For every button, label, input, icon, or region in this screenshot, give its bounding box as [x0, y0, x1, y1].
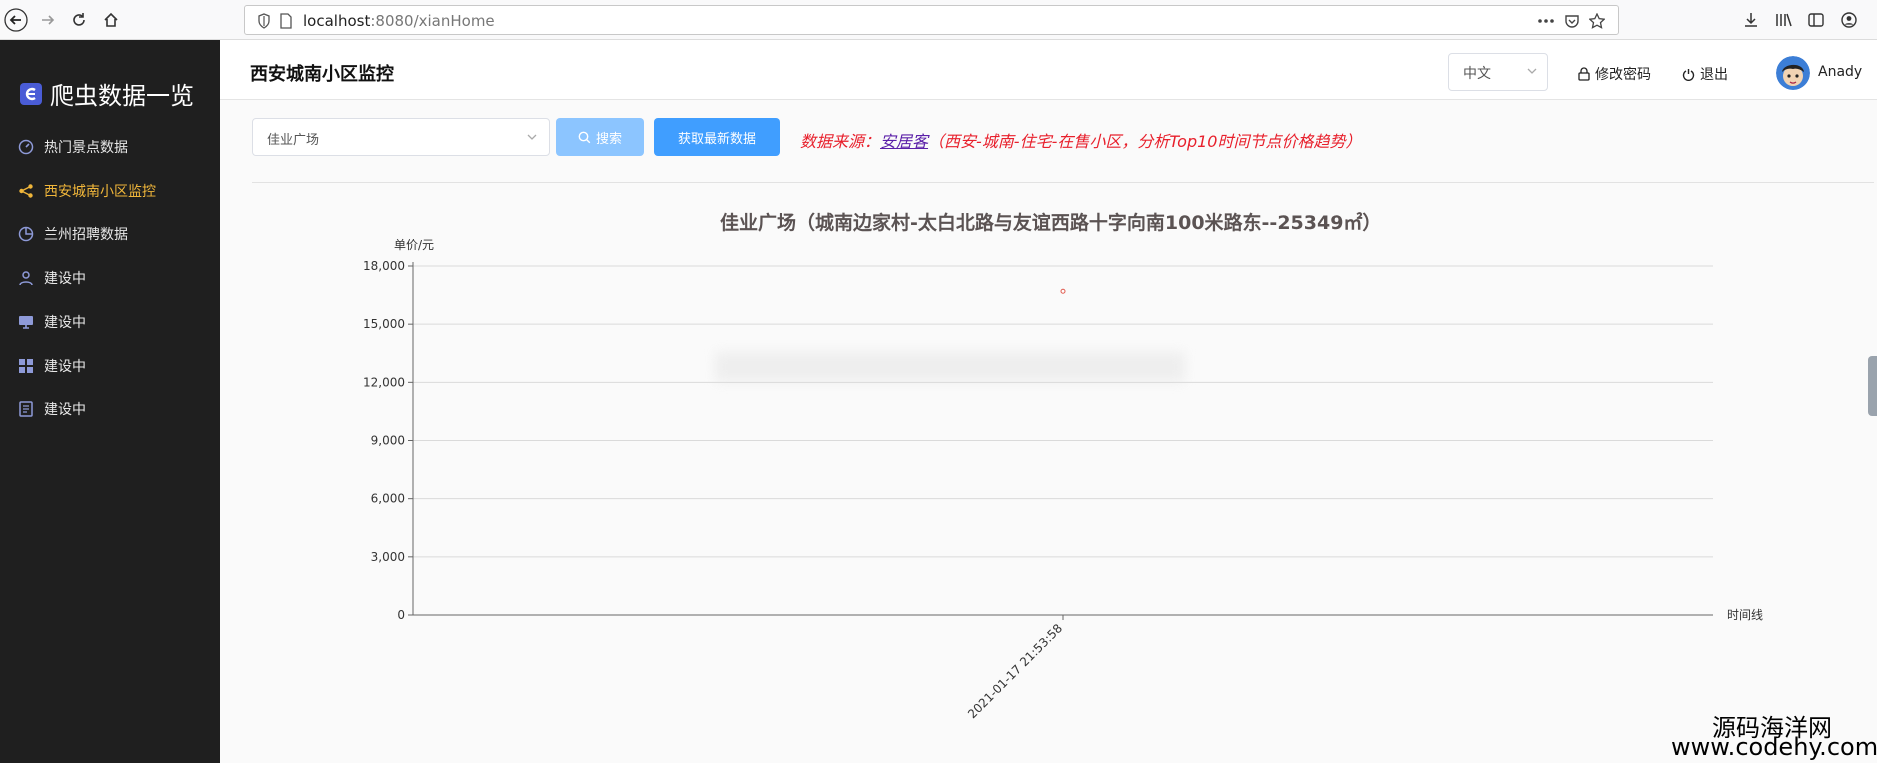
reload-button[interactable]: [65, 6, 93, 34]
logout-button[interactable]: 退出: [1682, 64, 1728, 84]
language-select[interactable]: 中文: [1448, 53, 1548, 91]
search-icon: [578, 131, 591, 143]
sidebar-item-building-3[interactable]: 建设中: [0, 346, 220, 386]
sidebar-item-label: 西安城南小区监控: [44, 184, 156, 200]
x-axis-title: 时间线: [1727, 608, 1763, 622]
fetch-label: 获取最新数据: [677, 131, 756, 147]
divider: [252, 182, 1874, 183]
sidebar-item-label: 建设中: [44, 315, 86, 331]
home-icon: [104, 12, 118, 27]
sidebar-item-label: 兰州招聘数据: [44, 227, 128, 243]
data-point: [1060, 288, 1066, 294]
back-arrow-icon: [4, 8, 28, 32]
x-tick-label: 2021-01-17 21:53:58: [965, 621, 1065, 721]
chart-marks: [1060, 288, 1066, 294]
search-button[interactable]: 搜索: [556, 118, 644, 156]
forward-arrow-icon: [42, 15, 55, 25]
chart-grid: [413, 265, 1713, 558]
language-value: 中文: [1463, 66, 1491, 82]
download-icon[interactable]: [1740, 9, 1762, 31]
scroll-handle[interactable]: [1868, 356, 1877, 416]
sidebar: 爬虫数据一览 热门景点数据 西安城南小区监控 兰州招聘数据 建设中 建设中 建设…: [0, 40, 220, 763]
back-button[interactable]: [2, 6, 30, 34]
share-icon: [18, 183, 34, 199]
browser-toolbar: localhost:8080/xianHome: [0, 0, 1877, 40]
search-label: 搜索: [595, 131, 622, 147]
change-password-label: 修改密码: [1595, 67, 1651, 83]
pie-icon: [18, 226, 34, 242]
grid-icon: [18, 358, 34, 374]
source-link[interactable]: 安居客: [880, 132, 928, 151]
data-source-note: 数据来源：安居客（西安-城南-住宅-在售小区，分析Top10时间节点价格趋势）: [800, 128, 1361, 152]
blurred-tooltip: [715, 352, 1185, 382]
chart-axes: 0 3,000 6,000 9,000 12,000 15,000 18,000 单价/元时间…: [363, 238, 1763, 721]
sidebar-item-xian-monitor[interactable]: 西安城南小区监控: [0, 171, 220, 211]
logout-label: 退出: [1700, 67, 1728, 83]
sidebar-item-label: 建设中: [44, 359, 86, 375]
pocket-icon[interactable]: [1563, 12, 1581, 30]
y-tick-label: 18,000: [363, 259, 405, 273]
sidebar-item-building-1[interactable]: 建设中: [0, 258, 220, 298]
watermark-url: www.codehy.com: [1671, 733, 1877, 761]
top-header: 西安城南小区监控 中文 修改密码 退出 Anady: [220, 40, 1877, 100]
community-value: 佳业广场: [267, 133, 320, 148]
chevron-down-icon: [527, 132, 537, 142]
library-icon[interactable]: [1773, 9, 1795, 31]
avatar[interactable]: [1776, 56, 1810, 90]
page-info-icon[interactable]: [277, 12, 295, 30]
community-select[interactable]: 佳业广场: [252, 118, 550, 156]
power-icon: [1682, 68, 1695, 81]
bookmark-star-icon[interactable]: [1588, 12, 1606, 30]
lock-icon: [1578, 67, 1590, 81]
url-text: localhost:8080/xianHome: [303, 12, 495, 30]
shield-icon[interactable]: [255, 12, 273, 30]
change-password-button[interactable]: 修改密码: [1578, 64, 1651, 84]
user-name: Anady: [1818, 64, 1863, 80]
y-tick-label: 15,000: [363, 317, 405, 331]
sidebar-item-hot-spots[interactable]: 热门景点数据: [0, 127, 220, 167]
sidebar-item-label: 热门景点数据: [44, 140, 128, 156]
chart-title: 佳业广场（城南边家村-太白北路与友谊西路十字向南100米路东--25349㎡）: [720, 212, 1382, 234]
home-button[interactable]: [97, 6, 125, 34]
y-axis-title: 单价/元: [394, 238, 434, 252]
source-prefix: 数据来源：: [800, 132, 881, 151]
y-tick-label: 3,000: [371, 550, 405, 564]
reload-icon: [73, 13, 85, 26]
brand-title: 爬虫数据一览: [50, 82, 194, 110]
sidebar-item-building-4[interactable]: 建设中: [0, 389, 220, 429]
y-tick-label: 12,000: [363, 375, 405, 389]
monitor-icon: [18, 314, 34, 330]
account-icon[interactable]: [1838, 9, 1860, 31]
more-actions-icon[interactable]: [1537, 12, 1555, 30]
forward-button[interactable]: [34, 6, 62, 34]
page-title: 西安城南小区监控: [250, 64, 394, 85]
sidebar-item-building-2[interactable]: 建设中: [0, 302, 220, 342]
address-bar[interactable]: localhost:8080/xianHome: [244, 5, 1619, 35]
y-tick-label: 0: [397, 608, 405, 622]
sidebar-item-label: 建设中: [44, 402, 86, 418]
logo-icon: [20, 82, 42, 105]
sidebar-item-lanzhou-jobs[interactable]: 兰州招聘数据: [0, 214, 220, 254]
source-suffix: （西安-城南-住宅-在售小区，分析Top10时间节点价格趋势）: [928, 132, 1362, 151]
dashboard-icon: [18, 139, 34, 155]
fetch-latest-button[interactable]: 获取最新数据: [654, 118, 780, 156]
y-tick-label: 6,000: [371, 492, 405, 506]
sidebar-item-label: 建设中: [44, 271, 86, 287]
document-icon: [18, 401, 34, 417]
chevron-down-icon: [1527, 66, 1537, 76]
y-tick-label: 9,000: [371, 434, 405, 448]
sidebar-toggle-icon[interactable]: [1805, 9, 1827, 31]
brand: 爬虫数据一览: [20, 76, 194, 111]
user-icon: [18, 270, 34, 286]
